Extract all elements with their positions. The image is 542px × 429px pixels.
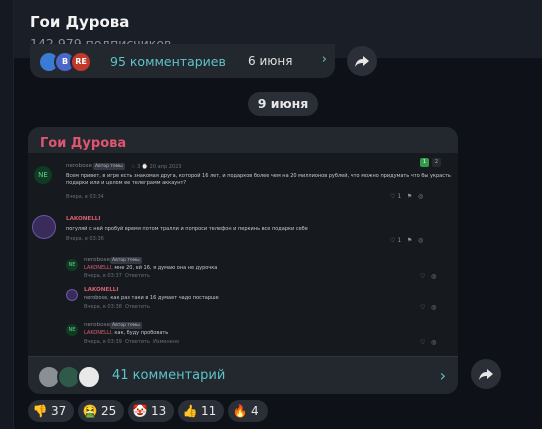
chevron-right-icon: › <box>439 366 446 385</box>
comment-time: Вчера, в 03:34 <box>66 194 104 200</box>
comment-text-line: подарки или и целом ее телеграмм аккаунт… <box>66 180 187 186</box>
previous-post-comments-bar[interactable]: B RE 95 комментариев 6 июня › <box>30 44 335 78</box>
date-divider: 9 июня <box>248 92 318 116</box>
reply-text: как раз таки в 16 думает чадо постарше <box>110 295 219 301</box>
reaction-fire[interactable]: 🔥 4 <box>228 400 268 422</box>
post-author[interactable]: Гои Дурова <box>40 136 126 151</box>
share-icon <box>355 56 369 67</box>
avatar: NE <box>66 324 78 336</box>
like-icon: ♡ <box>420 273 426 280</box>
like-icon: ♡ <box>420 339 426 346</box>
avatar: NE <box>34 166 52 184</box>
post-screenshot-image[interactable]: 1 2 NE nerobose Автор темы ☆ 3 ⌚ 20 апр … <box>28 153 458 356</box>
reaction-count: 11 <box>201 404 217 418</box>
share-button[interactable] <box>347 46 377 76</box>
avatar <box>32 215 56 239</box>
flag-icon: ⚑ <box>406 237 413 244</box>
message-date: 6 июня <box>248 54 293 68</box>
author-badge: Автор темы <box>93 163 125 170</box>
comment-time: Вчера, в 03:36 <box>66 236 104 242</box>
reply-actions: ♡ ◎ <box>420 339 436 346</box>
mention: LAKONELLI, <box>84 330 113 336</box>
flag-icon: ⚑ <box>406 193 413 200</box>
reply-username: nerobose <box>84 322 110 328</box>
reaction-count: 25 <box>101 404 117 418</box>
avatar <box>66 289 78 301</box>
reaction-vomit[interactable]: 🤮 25 <box>78 400 124 422</box>
mention: LAKONELLI, <box>84 265 113 271</box>
reply-time: Вчера, в 03:38 <box>84 304 122 310</box>
reply-actions: ♡ ◎ <box>420 273 436 280</box>
hide-icon: ◎ <box>418 193 424 200</box>
reply-time: Вчера, в 03:39 <box>84 339 122 345</box>
reply-action: Ответить <box>125 304 150 310</box>
comment-username: LAKONELLI <box>66 216 101 222</box>
share-icon <box>479 369 493 380</box>
comment-meta: ☆ 3 ⌚ 20 апр 2023 <box>131 164 182 170</box>
thumbs-up-icon: 👍 <box>182 404 198 418</box>
fire-icon: 🔥 <box>232 404 248 418</box>
author-badge: Автор темы <box>110 257 142 264</box>
reaction-count: 13 <box>151 404 167 418</box>
left-sidebar-strip <box>0 0 14 429</box>
clown-icon: 🤡 <box>132 404 148 418</box>
hide-icon: ◎ <box>431 273 437 280</box>
thumbs-down-icon: 👎 <box>32 404 48 418</box>
like-icon: ♡ <box>420 304 426 311</box>
comment-text-line: погуляй с ней пробуй время потом тралли … <box>66 226 308 232</box>
reaction-thumbs-up[interactable]: 👍 11 <box>178 400 224 422</box>
avatar: NE <box>66 259 78 271</box>
reply-action: Ответить <box>125 339 150 345</box>
post-comments-bar[interactable]: 41 комментарий › <box>28 356 458 394</box>
reply-action: Ответить <box>125 273 150 279</box>
avatar: RE <box>70 51 92 73</box>
comments-count-label: 41 комментарий <box>112 368 226 383</box>
reply-username: LAKONELLI <box>84 287 119 293</box>
hide-icon: ◎ <box>418 237 424 244</box>
reaction-clown[interactable]: 🤡 13 <box>128 400 174 422</box>
channel-post: Гои Дурова 1 2 NE nerobose Автор темы ☆ … <box>28 127 458 394</box>
chevron-right-icon: › <box>321 52 327 67</box>
like-count: 1 <box>397 237 402 244</box>
comment-username: nerobose <box>66 163 92 169</box>
like-count: 1 <box>397 193 402 200</box>
reply-text: как, буду пробовать <box>114 330 169 336</box>
reaction-thumbs-down[interactable]: 👎 37 <box>28 400 74 422</box>
commenter-avatars: B RE <box>38 51 108 73</box>
reply-actions: ♡ ◎ <box>420 304 436 311</box>
like-icon: ♡ <box>390 193 396 200</box>
reply-username: nerobose <box>84 257 110 263</box>
reaction-count: 37 <box>51 404 67 418</box>
channel-title: Гои Дурова <box>30 13 130 31</box>
hide-icon: ◎ <box>431 304 437 311</box>
page-button-1: 1 <box>420 158 429 167</box>
comment-actions: ♡ 1 ⚑ ◎ <box>390 193 423 200</box>
avatar <box>77 365 101 389</box>
reply-text: мне 20, ей 16, я думаю она не дурочка <box>114 265 218 271</box>
page-button-2: 2 <box>432 158 441 167</box>
comments-count-label: 95 комментариев <box>110 54 226 69</box>
edited-label: Изменено <box>153 339 180 345</box>
reply-time: Вчера, в 03:37 <box>84 273 122 279</box>
vomit-icon: 🤮 <box>82 404 98 418</box>
author-badge: Автор темы <box>110 322 142 329</box>
share-button[interactable] <box>471 359 501 389</box>
reaction-count: 4 <box>251 404 259 418</box>
hide-icon: ◎ <box>431 339 437 346</box>
like-icon: ♡ <box>390 237 396 244</box>
mention: nerobose, <box>84 295 109 301</box>
comment-actions: ♡ 1 ⚑ ◎ <box>390 237 423 244</box>
